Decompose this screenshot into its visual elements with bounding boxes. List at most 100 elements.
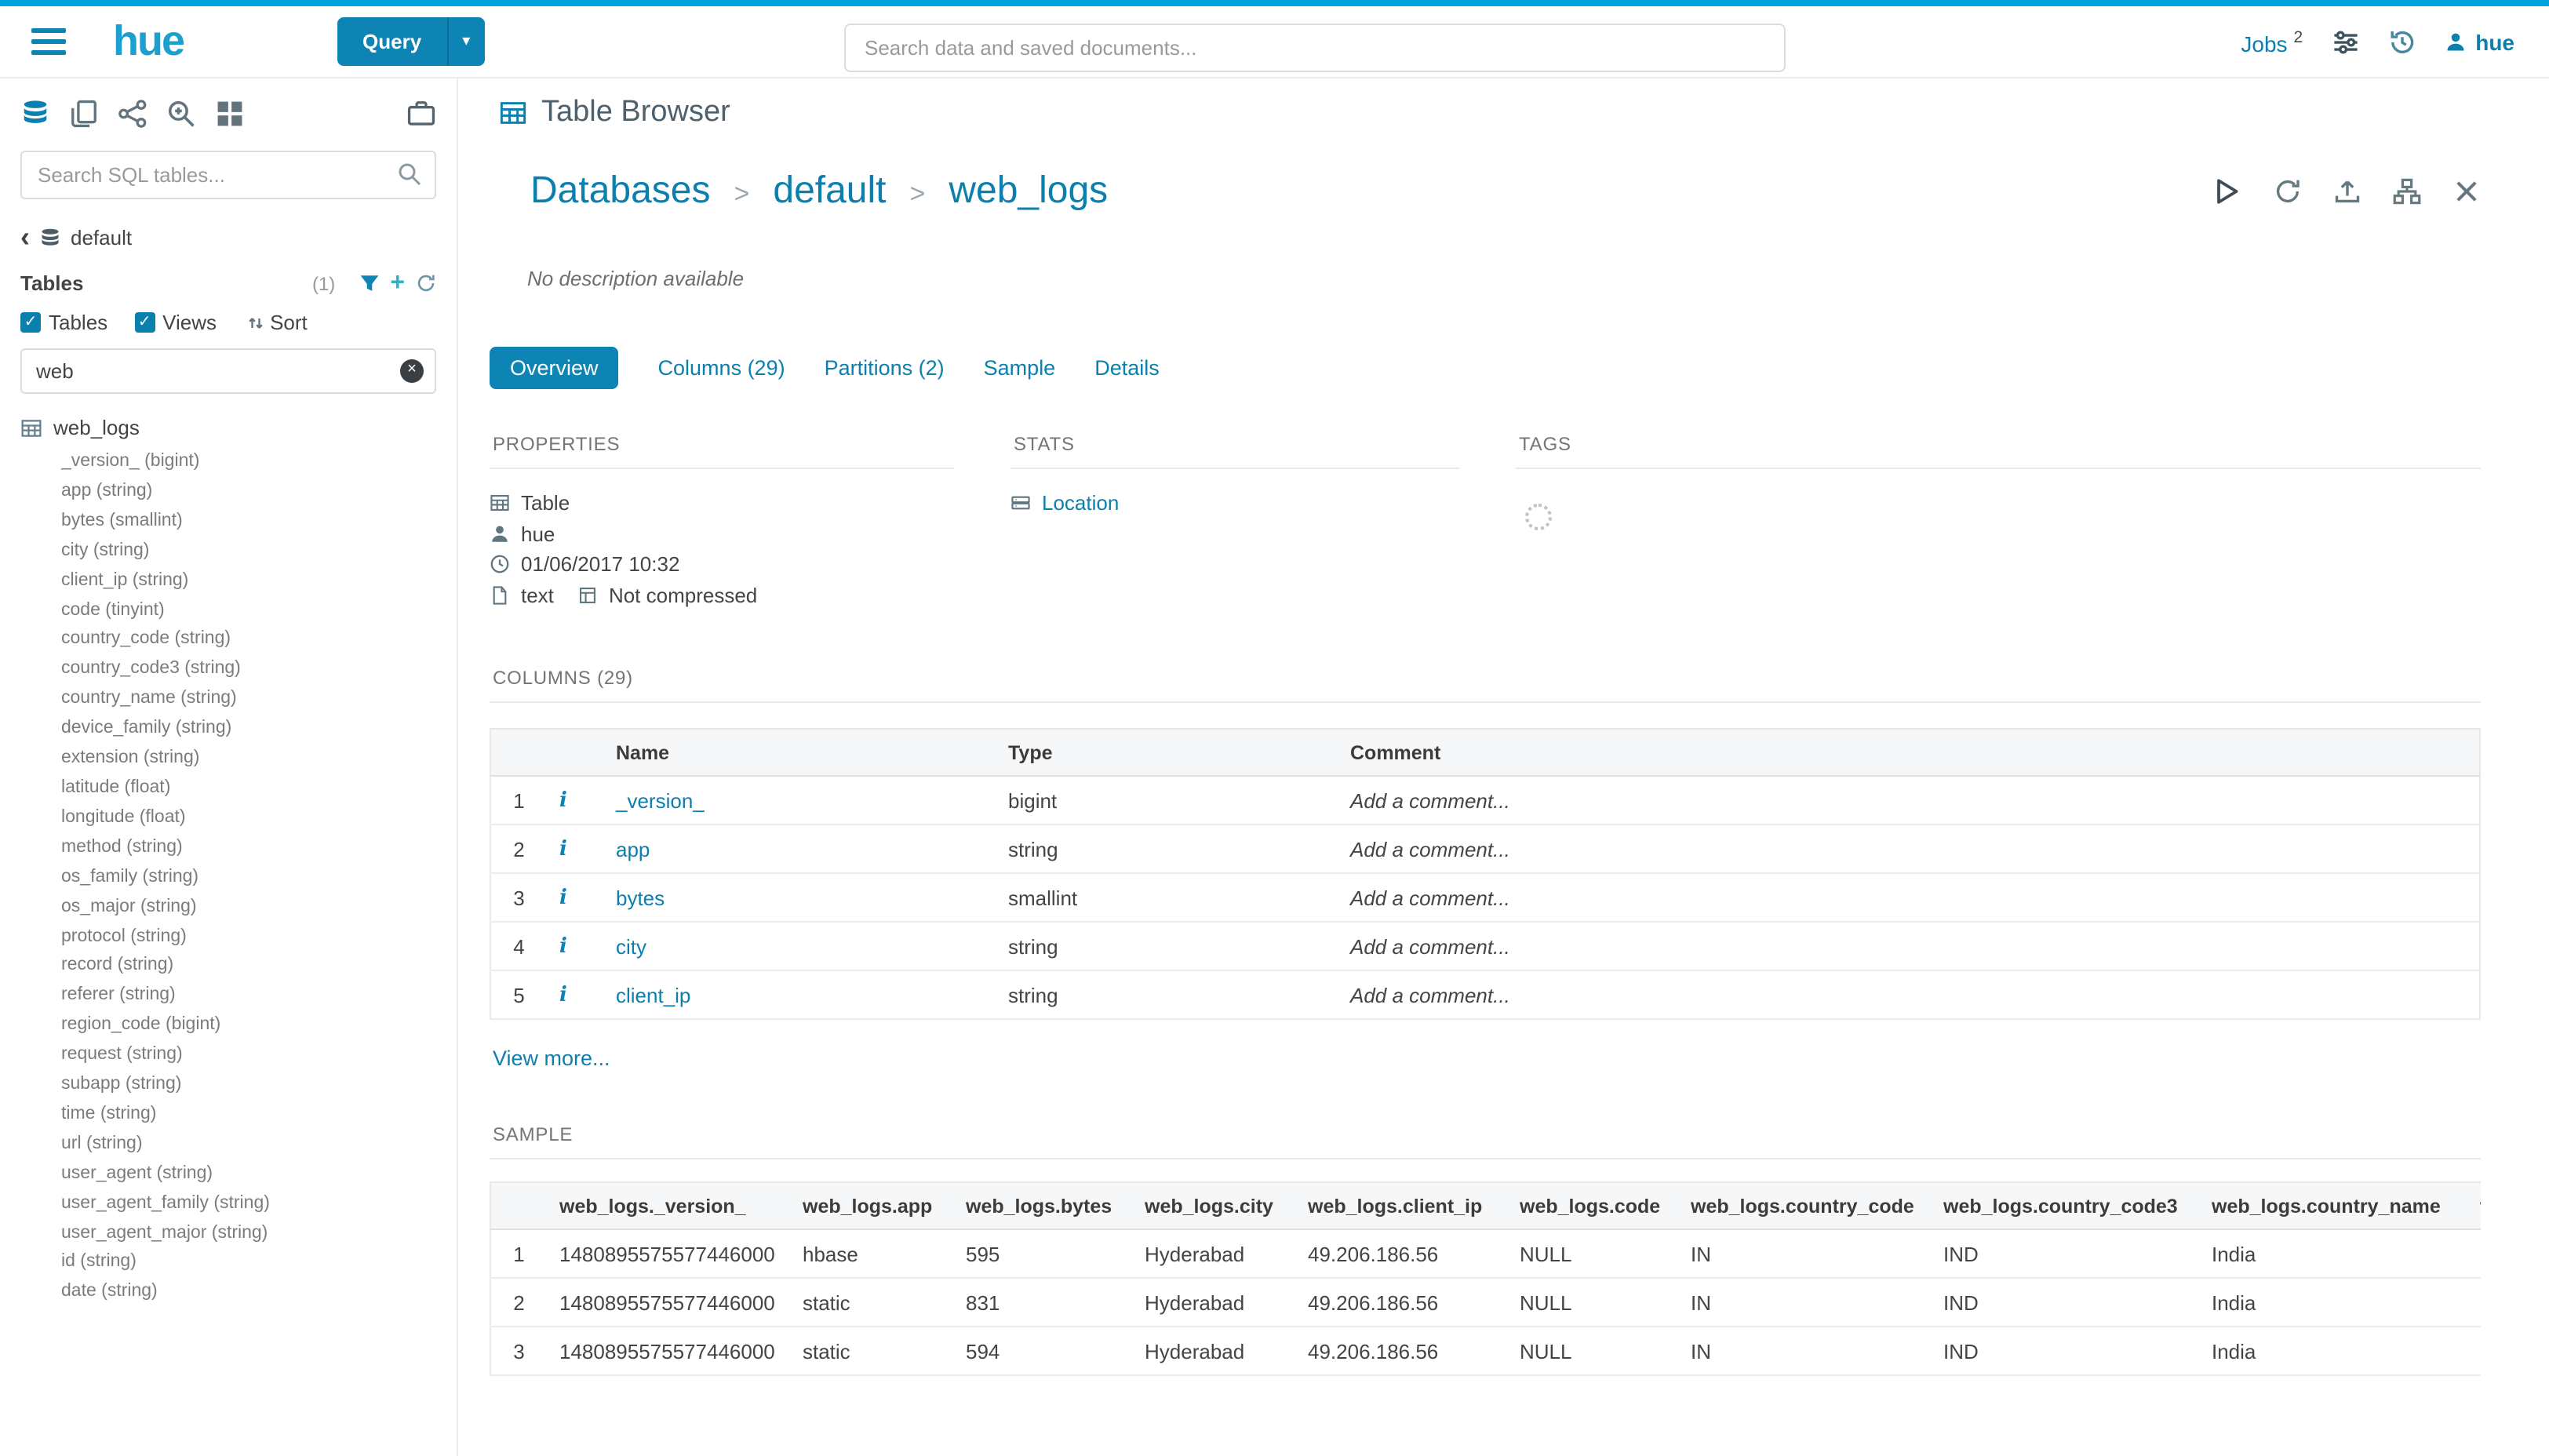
breadcrumb-default[interactable]: default [773,169,886,213]
apps-grid-assist-icon[interactable] [215,98,245,128]
sidebar-column-item[interactable]: record (string) [61,952,457,981]
sidebar-column-item[interactable]: country_name (string) [61,685,457,715]
column-name-cell: _version_ [603,776,996,824]
sidebar-column-item[interactable]: extension (string) [61,744,457,774]
sidebar-column-item[interactable]: subapp (string) [61,1070,457,1100]
views-checkbox[interactable]: ✓Views [134,311,217,334]
lineage-sitemap-icon[interactable] [2392,177,2420,206]
hue-logo[interactable]: hue [113,20,184,63]
jobs-link[interactable]: Jobs2 [2241,27,2303,56]
execute-play-icon[interactable] [2210,176,2241,207]
sort-toggle[interactable]: Sort [246,311,308,334]
sidebar-column-item[interactable]: client_ip (string) [61,566,457,595]
column-name-link[interactable]: bytes [616,886,665,909]
documents-assist-icon[interactable] [69,98,99,128]
breadcrumb-databases[interactable]: Databases [530,169,711,213]
info-icon[interactable]: i [559,789,567,813]
column-name-link[interactable]: client_ip [616,983,690,1006]
info-icon[interactable]: i [559,935,567,959]
filter-funnel-icon[interactable] [359,273,379,293]
search-icon[interactable] [397,162,422,195]
sidebar-column-item[interactable]: app (string) [61,477,457,507]
sidebar-column-item[interactable]: referer (string) [61,981,457,1011]
refresh-tables-icon[interactable] [416,273,436,293]
sidebar-column-item[interactable]: protocol (string) [61,922,457,952]
view-more-link[interactable]: View more... [493,1046,610,1070]
sidebar-column-item[interactable]: country_code3 (string) [61,655,457,685]
column-name-link[interactable]: _version_ [616,788,705,812]
sidebar-column-item[interactable]: request (string) [61,1040,457,1070]
add-table-icon[interactable]: + [390,273,405,293]
refresh-metadata-icon[interactable] [2273,177,2301,206]
sample-cell: 1480895575577446000 [547,1327,790,1375]
sidebar-column-item[interactable]: os_family (string) [61,862,457,892]
search-plus-assist-icon[interactable] [166,98,196,128]
info-cell: i [547,776,603,824]
sql-tables-search-input[interactable] [20,151,436,199]
tab-overview[interactable]: Overview [490,347,619,389]
sample-cell: IN [1678,1229,1931,1278]
sidebar-column-item[interactable]: method (string) [61,833,457,863]
user-menu[interactable]: hue [2444,29,2514,54]
tab-columns-29[interactable]: Columns (29) [658,347,785,389]
column-comment[interactable]: Add a comment... [1338,922,2479,970]
tab-partitions-2[interactable]: Partitions (2) [825,347,945,389]
column-comment[interactable]: Add a comment... [1338,776,2479,824]
jobs-briefcase-icon[interactable] [406,98,436,128]
database-name[interactable]: default [71,226,132,249]
sidebar-column-item[interactable]: latitude (float) [61,774,457,803]
sidebar-column-item[interactable]: date (string) [61,1278,457,1308]
history-icon[interactable] [2387,27,2416,56]
tab-sample[interactable]: Sample [984,347,1056,389]
column-name-link[interactable]: app [616,837,650,861]
sidebar-column-item[interactable]: time (string) [61,1100,457,1130]
back-chevron-icon[interactable]: ‹ [20,228,30,248]
settings-sliders-icon[interactable] [2331,27,2359,56]
hamburger-menu-icon[interactable] [31,22,69,61]
column-name-link[interactable]: city [616,934,646,958]
sidebar-column-item[interactable]: longitude (float) [61,803,457,833]
sidebar-column-item[interactable]: code (tinyint) [61,595,457,625]
sample-column-header: web_logs.country_code3 [1931,1182,2199,1229]
row-number: 1 [490,776,547,824]
breadcrumb-web-logs[interactable]: web_logs [949,169,1108,213]
close-icon[interactable] [2452,177,2480,206]
sidebar-column-item[interactable]: city (string) [61,536,457,566]
sidebar-column-item[interactable]: bytes (smallint) [61,507,457,537]
sample-cell: NULL [1507,1278,1678,1327]
query-button[interactable]: Query [337,17,446,66]
column-comment[interactable]: Add a comment... [1338,873,2479,922]
sample-column-header: web_logs.country_code [1678,1182,1931,1229]
sidebar-column-item[interactable]: user_agent_family (string) [61,1188,457,1218]
clear-filter-icon[interactable]: × [400,359,424,383]
info-icon[interactable]: i [559,984,567,1007]
sidebar-column-item[interactable]: id (string) [61,1248,457,1278]
location-link[interactable]: Location [1042,488,1119,519]
tab-details[interactable]: Details [1094,347,1160,389]
sample-cell: 595 [953,1229,1132,1278]
column-comment[interactable]: Add a comment... [1338,970,2479,1019]
sidebar-column-item[interactable]: url (string) [61,1130,457,1159]
sql-database-assist-icon[interactable] [20,98,50,128]
global-search-input[interactable] [844,24,1786,72]
info-icon[interactable]: i [559,886,567,910]
table-description[interactable]: No description available [527,267,2480,290]
share-nodes-assist-icon[interactable] [118,98,147,128]
sidebar-column-item[interactable]: os_major (string) [61,892,457,922]
columns-section-heading: COLUMNS (29) [490,667,2480,703]
query-dropdown-caret-icon[interactable]: ▾ [446,17,484,66]
table-entry-web-logs[interactable]: web_logs [0,405,457,442]
sidebar-column-item[interactable]: region_code (bigint) [61,1010,457,1040]
sidebar-column-item[interactable]: device_family (string) [61,714,457,744]
sidebar-column-item[interactable]: _version_ (bigint) [61,447,457,477]
upload-icon[interactable] [2332,177,2361,206]
sidebar-column-item[interactable]: country_code (string) [61,625,457,655]
info-icon[interactable]: i [559,838,567,861]
columns-table: NameTypeComment 1i_version_bigintAdd a c… [490,728,2480,1020]
column-comment[interactable]: Add a comment... [1338,824,2479,873]
sidebar-column-item[interactable]: user_agent_major (string) [61,1218,457,1248]
table-filter-input[interactable] [20,348,436,394]
page-header: Table Browser [458,78,2549,147]
sidebar-column-item[interactable]: user_agent (string) [61,1159,457,1189]
tables-checkbox[interactable]: ✓Tables [20,311,107,334]
